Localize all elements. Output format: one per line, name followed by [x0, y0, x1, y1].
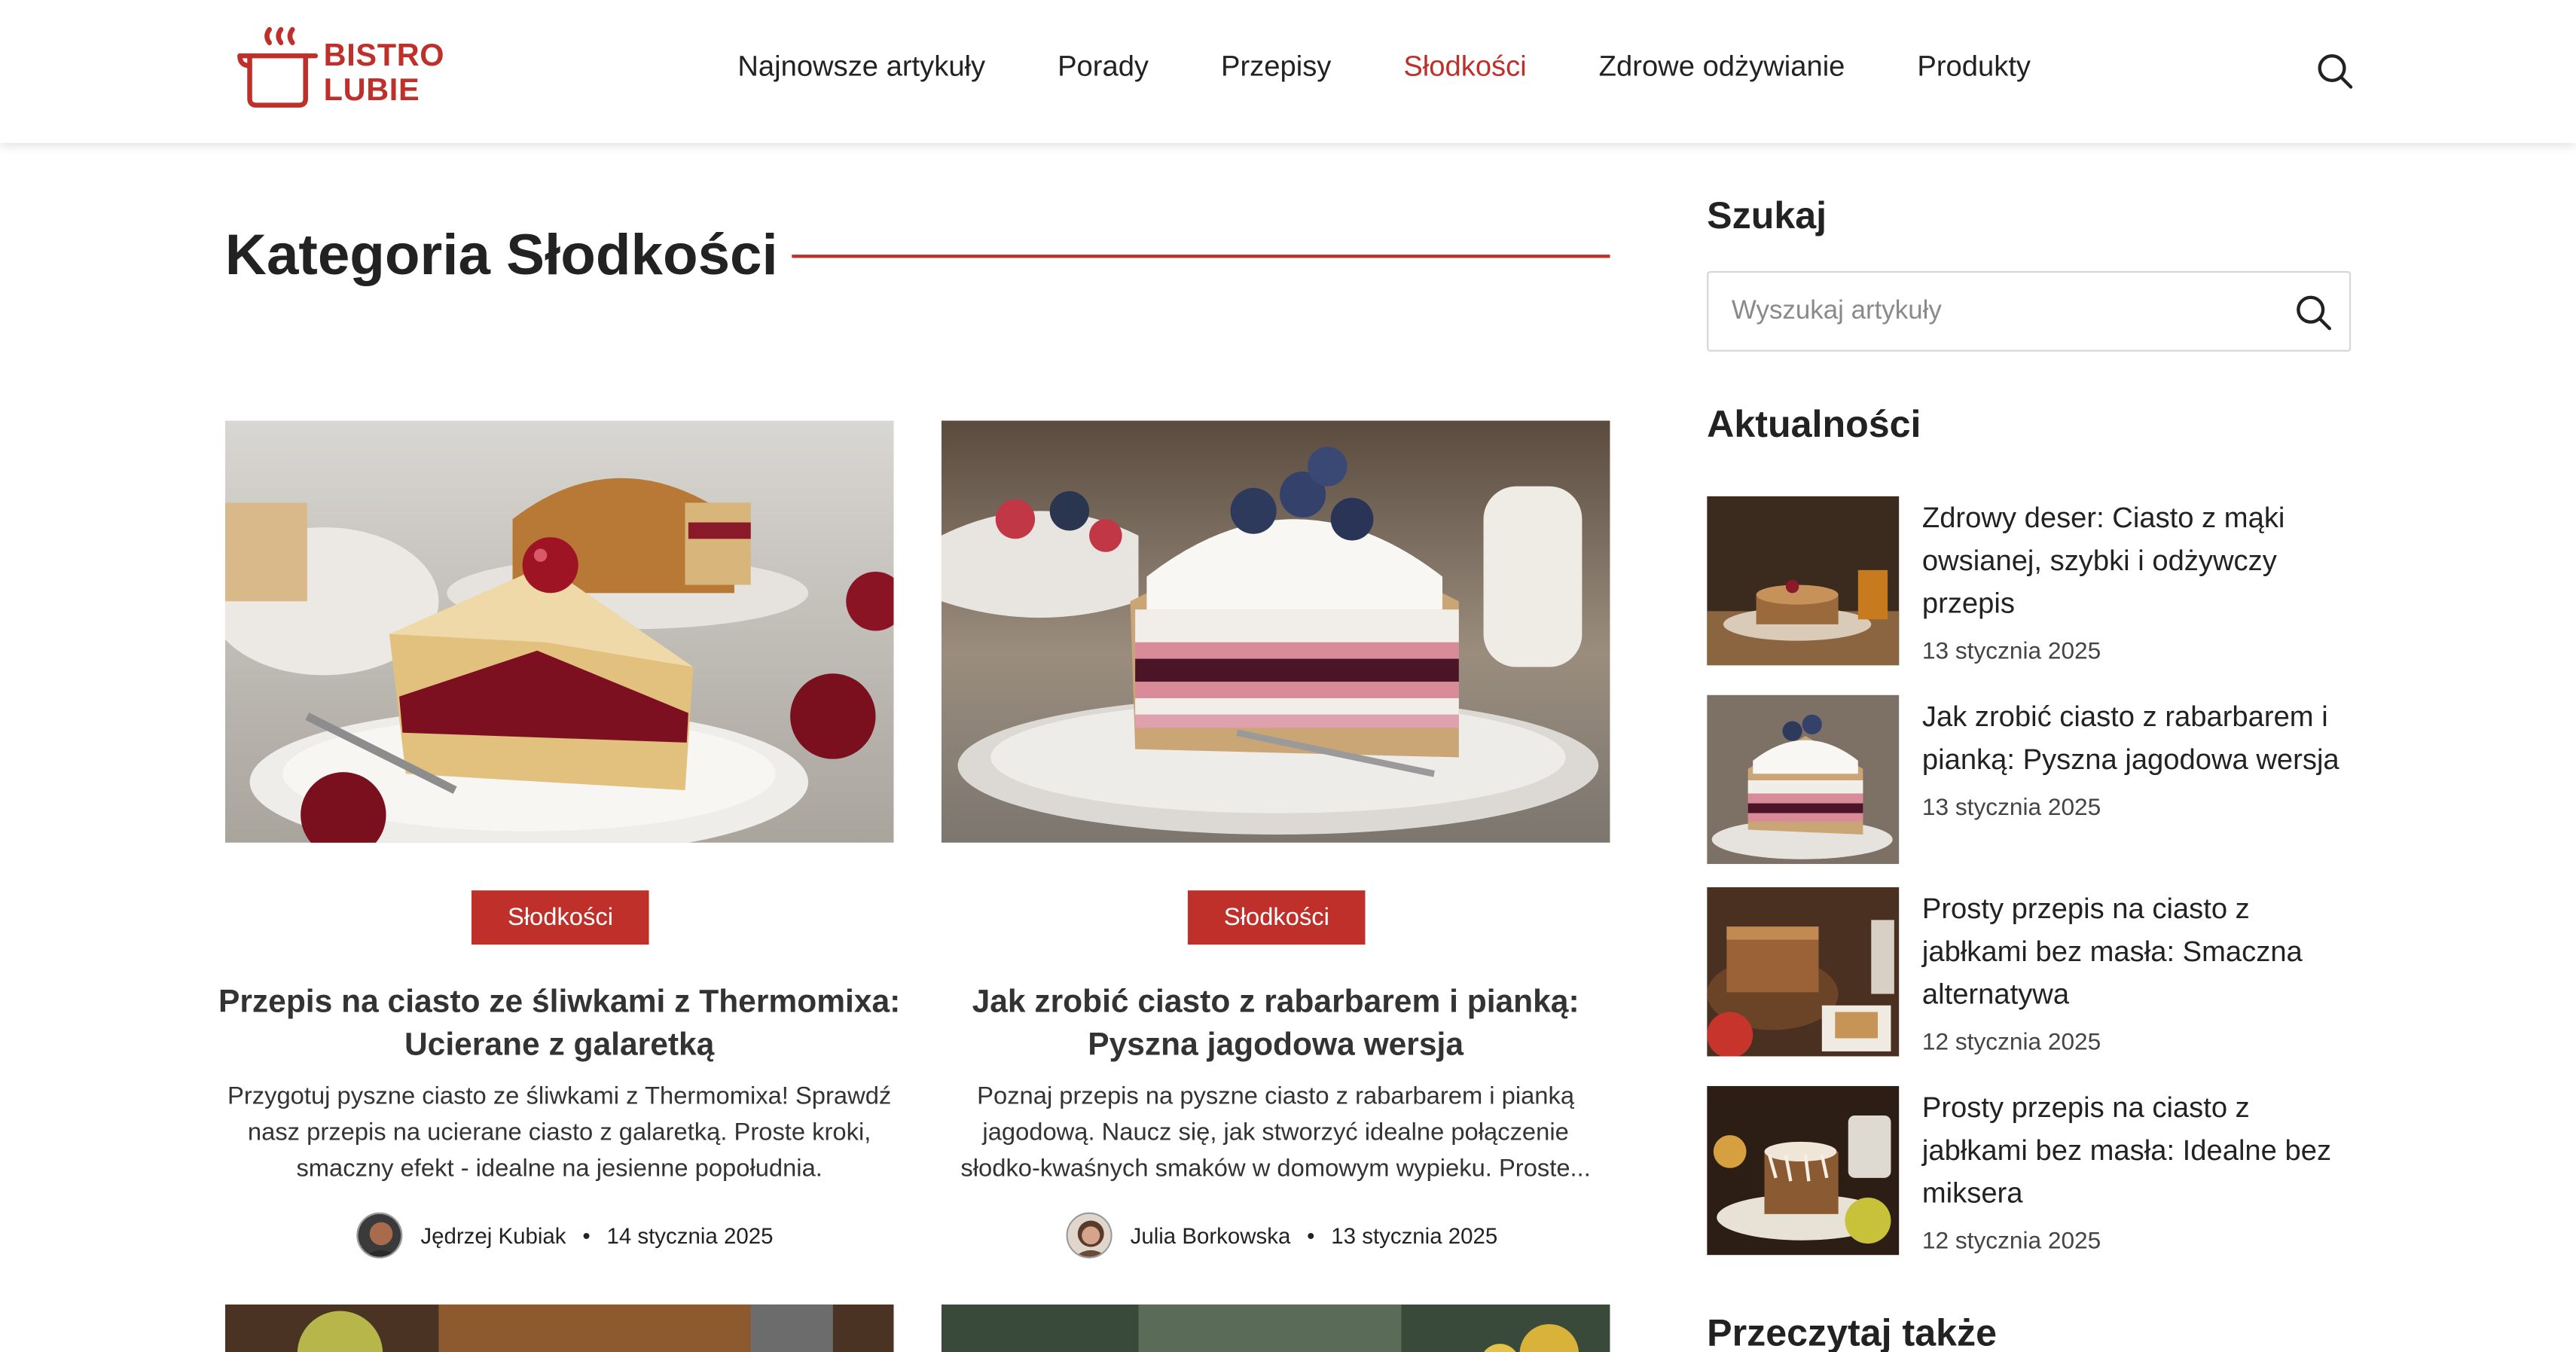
logo-wordmark: BISTRO LUBIE — [324, 39, 445, 108]
news-title[interactable]: Prosty przepis na ciasto z jabłkami bez … — [1922, 1086, 2352, 1214]
category-badge[interactable]: Słodkości — [1187, 890, 1366, 945]
nav-item-produkty[interactable]: Produkty — [1917, 49, 2031, 84]
search-input[interactable] — [1731, 273, 2291, 350]
article-date: 14 stycznia 2025 — [606, 1222, 774, 1248]
news-date: 13 stycznia 2025 — [1921, 639, 2101, 666]
news-heading: Aktualności — [1707, 402, 1921, 446]
nav-item-slodkosci[interactable]: Słodkości — [1403, 49, 1526, 84]
author-avatar — [356, 1212, 403, 1259]
logo-line-1: BISTRO — [323, 39, 445, 75]
news-date: 13 stycznia 2025 — [1921, 795, 2101, 822]
article-date: 13 stycznia 2025 — [1331, 1222, 1498, 1248]
search-heading: Szukaj — [1707, 194, 1827, 237]
news-thumbnail[interactable] — [1707, 1085, 1900, 1256]
article-image-peek[interactable] — [941, 1304, 1610, 1352]
search-icon[interactable] — [2316, 53, 2353, 89]
nav-item-porady[interactable]: Porady — [1058, 49, 1149, 84]
nav-item-przepisy[interactable]: Przepisy — [1221, 49, 1331, 84]
news-title[interactable]: Jak zrobić ciasto z rabarbarem i pianką:… — [1922, 695, 2352, 780]
site-logo[interactable]: BISTRO LUBIE — [237, 23, 445, 115]
news-title[interactable]: Zdrowy deser: Ciasto z mąki owsianej, sz… — [1922, 496, 2352, 624]
article-image-apple-cake-peek[interactable] — [224, 1304, 894, 1352]
article-excerpt: Poznaj przepis na pyszne ciasto z rabarb… — [960, 1082, 1591, 1183]
main-nav: Najnowsze artykuły Porady Przepisy Słodk… — [737, 49, 2103, 84]
article-title[interactable]: Przepis na ciasto ze śliwkami z Thermomi… — [215, 981, 904, 1066]
article-meta: Jędrzej Kubiak • 14 stycznia 2025 — [356, 1210, 773, 1259]
article-title[interactable]: Jak zrobić ciasto z rabarbarem i pianką:… — [932, 981, 1620, 1066]
article-excerpt: Przygotuj pyszne ciasto ze śliwkami z Th… — [227, 1082, 892, 1183]
category-badge[interactable]: Słodkości — [471, 890, 649, 945]
news-date: 12 stycznia 2025 — [1921, 1228, 2101, 1256]
news-thumbnail[interactable] — [1707, 496, 1900, 666]
article-image-plum-cake[interactable] — [224, 420, 894, 843]
meta-separator: • — [1307, 1222, 1315, 1248]
logo-line-2: LUBIE — [323, 74, 420, 108]
read-also-heading: Przeczytaj także — [1707, 1311, 1997, 1352]
meta-separator: • — [582, 1222, 591, 1248]
author-avatar — [1066, 1212, 1113, 1259]
pot-logo-icon — [237, 26, 319, 108]
nav-item-zdrowe[interactable]: Zdrowe odżywianie — [1599, 49, 1845, 84]
author-name[interactable]: Jędrzej Kubiak — [420, 1223, 566, 1248]
news-title[interactable]: Prosty przepis na ciasto z jabłkami bez … — [1922, 887, 2352, 1015]
sidebar-search — [1707, 270, 2352, 352]
page-title: Kategoria Słodkości — [224, 223, 778, 288]
nav-item-najnowsze[interactable]: Najnowsze artykuły — [737, 49, 985, 84]
site-header: BISTRO LUBIE Najnowsze artykuły Porady P… — [0, 0, 2576, 143]
news-date: 12 stycznia 2025 — [1921, 1030, 2101, 1057]
news-thumbnail[interactable] — [1707, 887, 1900, 1057]
page: BISTRO LUBIE Najnowsze artykuły Porady P… — [0, 0, 2576, 1352]
article-meta: Julia Borkowska • 13 stycznia 2025 — [1066, 1210, 1498, 1259]
news-thumbnail[interactable] — [1707, 694, 1900, 865]
title-divider — [792, 255, 1610, 258]
search-icon[interactable] — [2295, 294, 2331, 331]
article-image-blueberry-cake[interactable] — [941, 420, 1610, 843]
author-name[interactable]: Julia Borkowska — [1131, 1223, 1291, 1248]
